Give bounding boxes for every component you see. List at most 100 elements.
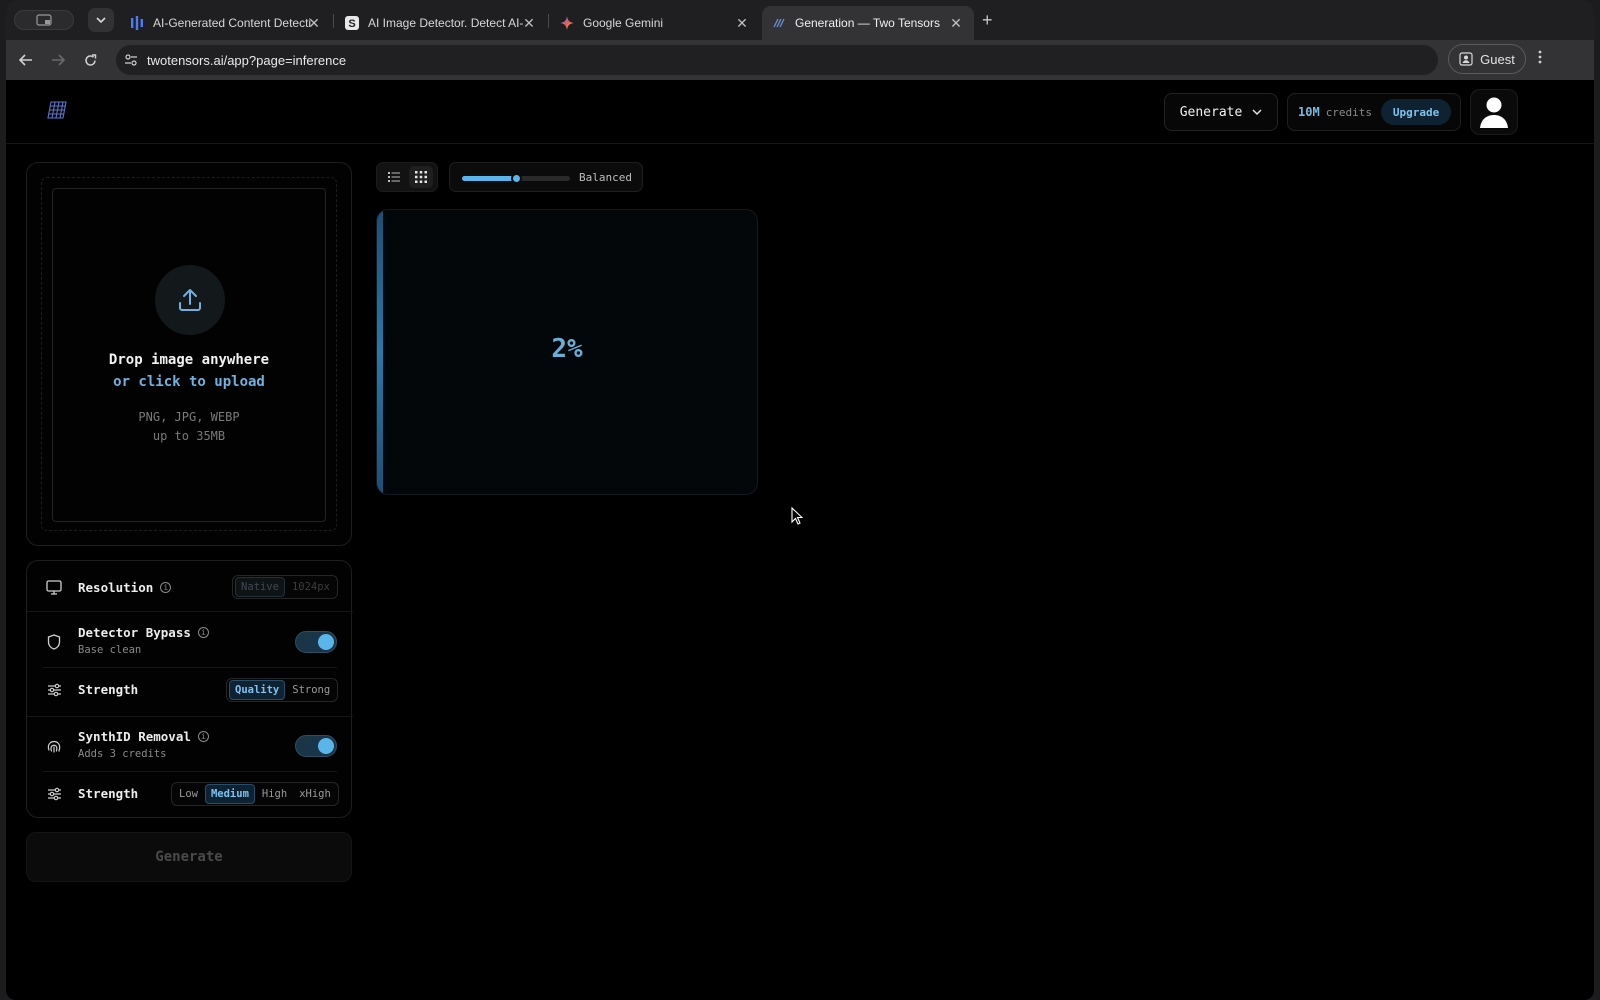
browser-menu-button[interactable] [1538, 50, 1542, 69]
user-icon [1480, 97, 1508, 128]
synthid-strength-label: Strength [78, 786, 139, 801]
upload-icon [179, 289, 201, 311]
forward-button[interactable] [48, 50, 68, 70]
upgrade-button[interactable]: Upgrade [1381, 99, 1452, 125]
detector-bypass-label-wrap: Detector Bypass i [78, 625, 209, 640]
credits-amount: 10M [1298, 105, 1320, 119]
balance-slider-track[interactable] [462, 173, 570, 184]
generation-progress-card[interactable]: 2% [376, 209, 758, 495]
size-limit: up to 35MB [152, 429, 226, 443]
upload-dropzone-frame: Drop image anywhere or click to upload P… [41, 177, 337, 531]
close-tab-icon[interactable]: ✕ [948, 15, 964, 32]
address-bar[interactable]: twotensors.ai/app?page=inference [116, 45, 1438, 75]
detector-bypass-row: Detector Bypass i Base clean [27, 623, 351, 659]
profile-button[interactable]: Guest [1448, 44, 1526, 74]
window-icon [36, 14, 52, 26]
toggle-knob [318, 738, 334, 754]
arrow-left-icon [19, 54, 32, 66]
resolution-option-native[interactable]: Native [235, 577, 285, 597]
credits-display: 10M credits Upgrade [1287, 93, 1461, 131]
strength-option-medium[interactable]: Medium [204, 784, 255, 804]
resolution-label-wrap: Resolution i [78, 579, 172, 595]
resolution-label: Resolution [78, 579, 154, 595]
mouse-cursor-icon [791, 506, 804, 530]
chevron-down-icon [96, 16, 106, 23]
tab-search-button[interactable] [88, 8, 114, 32]
generate-menu-dropdown[interactable]: Generate [1164, 93, 1278, 131]
resolution-selector[interactable]: Native 1024px [232, 575, 338, 599]
profile-label: Guest [1480, 51, 1515, 67]
profile-icon [1459, 52, 1473, 66]
credits-label: credits [1325, 105, 1373, 119]
bypass-strength-selector[interactable]: Quality Strong [226, 678, 339, 702]
dropzone-title: Drop image anywhere [108, 352, 270, 368]
balance-slider-thumb[interactable] [511, 173, 522, 184]
click-to-upload-link[interactable]: or click to upload [53, 374, 325, 390]
balance-slider-fill [462, 176, 516, 181]
reload-button[interactable] [80, 50, 100, 70]
close-tab-icon[interactable]: ✕ [734, 15, 750, 32]
strength-option-strong[interactable]: Strong [287, 681, 335, 699]
shield-icon [45, 633, 63, 651]
list-view-button[interactable] [382, 166, 406, 188]
site-settings-icon[interactable] [124, 53, 138, 67]
image-dropzone[interactable]: Drop image anywhere or click to upload P… [52, 188, 326, 522]
strength-option-high[interactable]: High [257, 785, 292, 803]
app-header: Generate 10M credits Upgrade [6, 80, 1594, 144]
list-icon [387, 172, 400, 182]
url-text: twotensors.ai/app?page=inference [147, 52, 347, 68]
bars-icon [130, 16, 144, 30]
two-tensors-icon [772, 16, 786, 30]
svg-text:S: S [348, 18, 355, 30]
tab-title: Google Gemini [583, 16, 664, 30]
tab-google-gemini[interactable]: Google Gemini ✕ [550, 6, 760, 40]
chevron-down-icon [1252, 108, 1262, 115]
sliders-icon [45, 681, 63, 699]
settings-card: Resolution i Native 1024px Detector Bypa… [26, 560, 353, 818]
upload-card: Drop image anywhere or click to upload P… [26, 162, 352, 546]
tab-strip: AI-Generated Content Detecti ✕ S AI Imag… [6, 0, 1594, 40]
synthid-label: SynthID Removal [78, 729, 191, 744]
reload-icon [84, 53, 96, 66]
balance-label: Balanced [579, 171, 632, 184]
resolution-row: Resolution i Native 1024px [27, 575, 351, 599]
grid-view-button[interactable] [408, 166, 433, 188]
view-mode-toggle [376, 162, 438, 192]
strength-option-quality[interactable]: Quality [229, 680, 286, 700]
kebab-menu-icon [1538, 50, 1542, 64]
bypass-strength-row: Strength Quality Strong [27, 677, 351, 703]
strength-option-xhigh[interactable]: xHigh [294, 785, 336, 803]
synthid-sublabel: Adds 3 credits [78, 748, 167, 760]
balance-slider-control: Balanced [449, 162, 643, 192]
synthid-toggle[interactable] [295, 735, 337, 757]
detector-bypass-sublabel: Base clean [78, 644, 142, 656]
resolution-option-1024[interactable]: 1024px [287, 578, 335, 596]
user-avatar[interactable] [1470, 89, 1518, 135]
monitor-icon [45, 578, 63, 596]
tab-ai-image-detector[interactable]: S AI Image Detector. Detect AI- ✕ [335, 6, 547, 40]
close-tab-icon[interactable]: ✕ [521, 15, 537, 32]
detector-bypass-toggle[interactable] [295, 631, 337, 653]
generate-button[interactable]: Generate [26, 832, 352, 882]
tab-overview-button[interactable] [14, 10, 74, 30]
info-icon[interactable]: i [197, 627, 209, 638]
new-tab-button[interactable]: + [982, 10, 993, 31]
close-tab-icon[interactable]: ✕ [306, 15, 322, 32]
bypass-strength-label: Strength [78, 682, 139, 697]
info-icon[interactable]: i [160, 581, 172, 593]
synthid-label-wrap: SynthID Removal i [78, 729, 209, 744]
strength-option-low[interactable]: Low [174, 785, 203, 803]
synthid-strength-selector[interactable]: Low Medium High xHigh [171, 782, 339, 806]
tab-ai-generated-content[interactable]: AI-Generated Content Detecti ✕ [120, 6, 332, 40]
browser-toolbar: twotensors.ai/app?page=inference Guest [6, 40, 1594, 80]
two-tensors-logo[interactable] [46, 100, 68, 125]
tab-two-tensors[interactable]: Generation — Two Tensors ✕ [762, 6, 974, 40]
divider [43, 771, 337, 772]
progress-percent: 2% [551, 334, 583, 364]
arrow-right-icon [52, 54, 65, 66]
divider [27, 611, 353, 612]
fingerprint-icon [45, 737, 63, 755]
back-button[interactable] [16, 50, 36, 70]
tab-separator [333, 14, 334, 28]
info-icon[interactable]: i [197, 731, 209, 742]
